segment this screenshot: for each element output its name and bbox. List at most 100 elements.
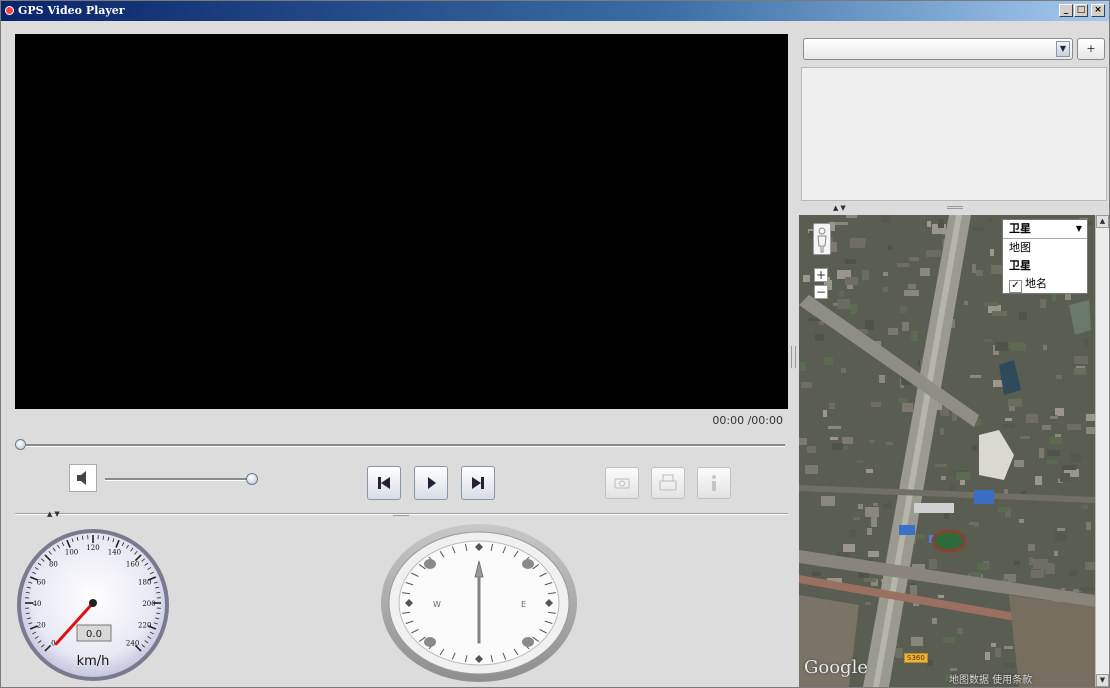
map-building	[1039, 448, 1044, 458]
map-building	[881, 215, 890, 223]
print-button[interactable]	[651, 467, 685, 499]
map-building	[829, 403, 835, 409]
map-building	[1009, 342, 1024, 348]
track-combo-box[interactable]: ▼	[803, 38, 1073, 60]
map-building	[1055, 408, 1064, 416]
next-button[interactable]	[461, 466, 495, 500]
map-building	[1009, 406, 1015, 411]
gauge-tick-label: 180	[138, 579, 151, 587]
map-building	[904, 290, 919, 296]
camera-icon	[614, 478, 630, 489]
map-building	[1055, 531, 1067, 541]
map-building	[990, 249, 994, 256]
map-building	[1049, 437, 1062, 444]
map-building	[1079, 587, 1094, 591]
previous-button[interactable]	[367, 466, 401, 500]
map-building	[849, 529, 856, 538]
map-building	[886, 442, 893, 445]
compass-widget: W E	[381, 524, 577, 682]
collapse-arrows-icon[interactable]: ▲▼	[47, 510, 62, 518]
zoom-out-button[interactable]: −	[814, 285, 828, 299]
map-building	[972, 264, 976, 273]
map-building	[985, 652, 990, 660]
add-button[interactable]: +	[1077, 38, 1105, 60]
right-collapse-arrows-icon[interactable]: ▲▼	[833, 204, 848, 212]
gauge-tick-label: 220	[138, 621, 151, 629]
map-type-option-satellite[interactable]: 卫星	[1003, 257, 1087, 275]
map-type-menu[interactable]: 卫星 ▼ 地图 卫星 ✓ 地名	[1002, 219, 1088, 294]
map-building	[995, 342, 1008, 351]
map-building	[935, 464, 947, 467]
map-building	[926, 250, 941, 257]
map-copyright[interactable]: 地图数据 使用条款	[949, 671, 1032, 686]
map-building	[858, 504, 863, 509]
map-building	[823, 410, 827, 417]
map-building	[929, 559, 937, 569]
minimize-button[interactable]: _	[1059, 4, 1073, 17]
checkbox-checked-icon[interactable]: ✓	[1009, 280, 1022, 293]
maximize-button[interactable]: □	[1074, 4, 1088, 17]
map-building	[988, 218, 992, 222]
pegman-icon[interactable]	[813, 223, 831, 255]
volume-slider-thumb[interactable]	[246, 473, 258, 485]
map-building	[824, 357, 833, 365]
map-building	[898, 398, 908, 403]
map-building	[846, 215, 857, 218]
map-building	[974, 522, 979, 527]
timecode-label: 00:00 /00:00	[712, 414, 783, 427]
right-splitter-grip-icon[interactable]	[947, 206, 963, 209]
zoom-in-button[interactable]: +	[814, 268, 828, 282]
map-building	[984, 339, 992, 342]
dropdown-caret-icon: ▼	[1075, 224, 1082, 233]
map-building	[1074, 368, 1086, 375]
map-building	[1088, 221, 1092, 225]
track-list[interactable]	[801, 67, 1107, 201]
map-building	[1004, 489, 1008, 494]
play-button[interactable]	[414, 466, 448, 500]
map-building	[1065, 293, 1071, 300]
map-building	[910, 585, 917, 595]
volume-button[interactable]	[69, 464, 97, 492]
map-building	[871, 517, 877, 527]
map-type-option-map[interactable]: 地图	[1003, 239, 1087, 257]
map-building	[1069, 570, 1077, 577]
map-building	[812, 572, 821, 576]
map-building	[992, 311, 1007, 316]
map-building	[1003, 423, 1015, 428]
map-building	[1056, 375, 1062, 379]
map-labels-option[interactable]: ✓ 地名	[1003, 275, 1087, 293]
chevron-down-icon[interactable]: ▼	[1056, 41, 1070, 57]
gauge-tick-label: 80	[49, 560, 58, 568]
info-button[interactable]	[697, 467, 731, 499]
map-building	[993, 380, 1003, 387]
map-building	[897, 263, 909, 267]
map-building	[983, 302, 998, 306]
map-building	[862, 270, 869, 280]
seek-slider-track[interactable]	[19, 444, 785, 447]
map-building	[991, 643, 996, 647]
title-bar[interactable]: GPS Video Player _ □ ×	[1, 1, 1109, 21]
map-building	[821, 496, 835, 506]
vertical-splitter-grip-icon[interactable]	[791, 346, 796, 368]
printer-icon	[659, 474, 677, 491]
map-building	[938, 219, 944, 228]
map-building	[871, 402, 881, 407]
close-button[interactable]: ×	[1091, 4, 1105, 17]
volume-slider-track[interactable]	[105, 478, 253, 481]
map-type-selected[interactable]: 卫星 ▼	[1003, 220, 1087, 239]
map-scrollbar[interactable]: ▲ ▼	[1095, 215, 1109, 687]
seek-slider-thumb[interactable]	[15, 439, 26, 450]
gauge-tick-label: 40	[33, 600, 42, 608]
map-building	[883, 287, 888, 292]
map-building	[842, 437, 853, 444]
map-building	[803, 275, 810, 282]
snapshot-button[interactable]	[605, 467, 639, 499]
gauge-tick-label: 20	[37, 621, 46, 629]
scroll-up-icon[interactable]: ▲	[1096, 215, 1109, 228]
map-building	[972, 445, 977, 451]
scroll-down-icon[interactable]: ▼	[1096, 674, 1109, 687]
map-labels-label: 地名	[1025, 277, 1047, 290]
splitter-grip-icon[interactable]	[393, 513, 409, 516]
map-building	[832, 443, 843, 450]
video-display[interactable]	[15, 34, 788, 409]
